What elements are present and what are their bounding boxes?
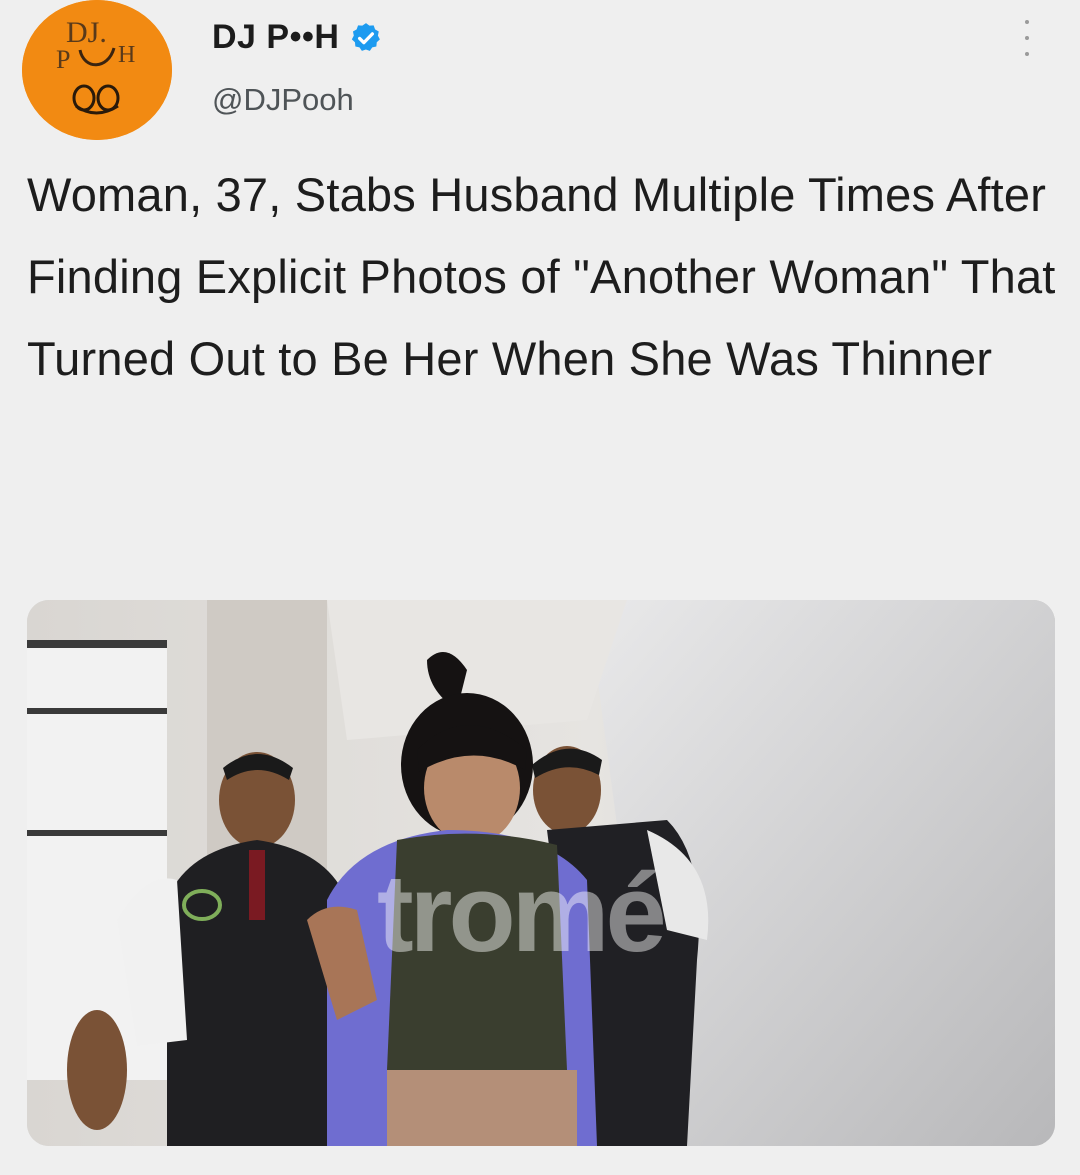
author-display-name[interactable]: DJ P••H <box>212 18 339 57</box>
svg-text:P: P <box>56 45 70 74</box>
avatar[interactable]: DJ. P H <box>22 0 172 140</box>
verified-badge-icon <box>352 22 381 51</box>
author-handle[interactable]: @DJPooh <box>212 82 354 118</box>
tweet-text: Woman, 37, Stabs Husband Multiple Times … <box>27 168 1056 385</box>
media-watermark: tromé <box>377 852 667 975</box>
tweet-media-image[interactable]: tromé <box>27 600 1055 1146</box>
svg-text:H: H <box>118 42 135 68</box>
author-name-row[interactable]: DJ P••H <box>212 18 383 57</box>
dj-pooh-logo-icon: DJ. P H <box>22 0 172 140</box>
more-vertical-icon[interactable] <box>1018 20 1036 56</box>
svg-text:DJ.: DJ. <box>66 16 107 49</box>
tweet-card: DJ. P H DJ P••H @DJPooh Woman, 37, Stabs… <box>0 0 1080 1175</box>
